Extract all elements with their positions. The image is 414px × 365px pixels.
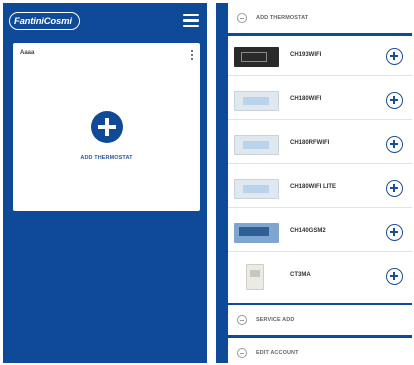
screenshot-stage: FantiniCosmi Aaaa ADD THERMOSTAT ADD THE…: [0, 0, 414, 365]
list-item[interactable]: CH140GSM2: [228, 212, 412, 252]
home-screen: FantiniCosmi Aaaa ADD THERMOSTAT: [3, 3, 207, 363]
add-plus-icon[interactable]: [386, 268, 403, 285]
thermostat-thumbnail: [234, 179, 279, 199]
list-item[interactable]: CH180WIFI: [228, 80, 412, 120]
thermostat-label: CH193WIFI: [290, 52, 322, 58]
section-label: EDIT ACCOUNT: [256, 350, 299, 356]
add-plus-icon[interactable]: [386, 180, 403, 197]
list-item[interactable]: CH180WIFI LITE: [228, 168, 412, 208]
expand-icon: [237, 315, 247, 325]
thermostat-label: CH180WIFI: [290, 96, 322, 102]
thermostat-label: CT3MA: [290, 272, 311, 278]
section-label: ADD THERMOSTAT: [256, 15, 309, 21]
thermostat-thumbnail: [234, 47, 279, 67]
add-plus-icon[interactable]: [386, 224, 403, 241]
list-item[interactable]: CT3MA: [228, 256, 412, 296]
logo-text: FantiniCosmi: [14, 15, 72, 27]
thermostat-list: CH193WIFI CH180WIFI CH180RFWIFI CH180WIF…: [228, 36, 412, 303]
thermostat-card: Aaaa ADD THERMOSTAT: [13, 43, 200, 211]
thermostat-thumbnail: [234, 91, 279, 111]
thermostat-thumbnail: [234, 135, 279, 155]
thermostat-thumbnail: [234, 223, 279, 243]
section-add-thermostat[interactable]: ADD THERMOSTAT: [228, 3, 412, 33]
add-plus-icon[interactable]: [386, 136, 403, 153]
thermostat-label: CH180WIFI LITE: [290, 184, 337, 190]
menu-screen: ADD THERMOSTAT CH193WIFI CH180WIFI CH180…: [216, 3, 412, 363]
section-service-add[interactable]: SERVICE ADD: [228, 305, 412, 335]
section-label: SERVICE ADD: [256, 317, 295, 323]
brand-logo: FantiniCosmi: [9, 12, 80, 30]
list-item[interactable]: CH193WIFI: [228, 36, 412, 76]
add-thermostat-label[interactable]: ADD THERMOSTAT: [13, 155, 200, 161]
thermostat-label: CH140GSM2: [290, 228, 326, 234]
thermostat-label: CH180RFWIFI: [290, 140, 330, 146]
expand-icon: [237, 348, 247, 358]
thermostat-thumbnail: [246, 264, 264, 290]
collapse-icon: [237, 13, 247, 23]
add-plus-icon[interactable]: [386, 48, 403, 65]
logo-badge: FantiniCosmi: [9, 12, 80, 30]
add-thermostat-plus-icon[interactable]: [91, 111, 123, 143]
card-title: Aaaa: [20, 50, 35, 56]
kebab-menu-icon[interactable]: [190, 50, 193, 60]
add-plus-icon[interactable]: [386, 92, 403, 109]
list-item[interactable]: CH180RFWIFI: [228, 124, 412, 164]
hamburger-menu-icon[interactable]: [183, 14, 199, 27]
section-edit-account[interactable]: EDIT ACCOUNT: [228, 338, 412, 363]
